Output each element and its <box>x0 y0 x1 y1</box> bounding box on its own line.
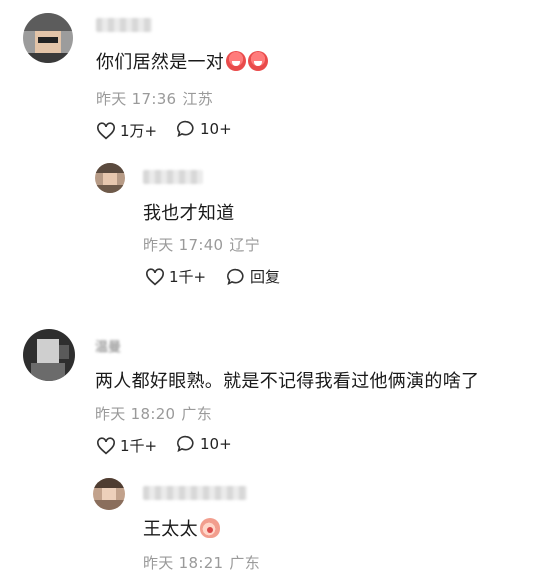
like-button[interactable]: 1千+ <box>145 266 206 287</box>
reply-meta: 昨天 17:40 辽宁 <box>143 234 260 255</box>
like-button[interactable]: 1万+ <box>96 120 157 141</box>
location: 广东 <box>229 554 261 572</box>
comment-text: 你们居然是一对 <box>96 48 269 74</box>
timestamp: 昨天 17:36 <box>96 90 177 108</box>
timestamp: 昨天 18:20 <box>95 405 176 423</box>
avatar[interactable] <box>23 13 73 63</box>
laughing-face-icon <box>248 51 269 71</box>
reply-text: 我也才知道 <box>143 203 235 224</box>
timestamp: 昨天 17:40 <box>143 236 224 254</box>
username-blurred[interactable] <box>143 170 203 184</box>
comment-meta: 昨天 18:20 广东 <box>95 403 212 424</box>
reply-label: 回复 <box>250 268 281 286</box>
reply-count: 10+ <box>200 435 232 453</box>
reply-button[interactable]: 回复 <box>226 266 280 287</box>
reply-text: 王太太 <box>143 515 220 541</box>
like-button[interactable]: 1千+ <box>96 435 157 456</box>
reply-count: 10+ <box>200 120 232 138</box>
like-count: 1千+ <box>120 437 158 455</box>
laughing-face-icon <box>226 51 247 71</box>
heart-icon <box>97 121 115 139</box>
comment-bubble-icon <box>227 268 244 285</box>
reply-count-button[interactable]: 10+ <box>176 435 232 453</box>
username-blurred[interactable] <box>96 18 152 32</box>
comment-bubble-icon <box>177 435 194 453</box>
comment-meta: 昨天 17:36 江苏 <box>96 88 213 109</box>
location: 广东 <box>181 405 213 423</box>
comment-bubble-icon <box>177 120 194 138</box>
like-count: 1千+ <box>169 268 207 286</box>
timestamp: 昨天 18:21 <box>143 554 224 572</box>
location: 辽宁 <box>229 236 261 254</box>
like-count: 1万+ <box>120 122 158 140</box>
peach-face-icon <box>199 518 220 538</box>
heart-icon <box>146 267 164 285</box>
heart-icon <box>97 436 115 454</box>
avatar[interactable] <box>93 478 125 510</box>
avatar[interactable] <box>23 329 75 381</box>
comment-text: 两人都好眼熟。就是不记得我看过他俩演的啥了 <box>95 371 480 392</box>
username-blurred[interactable] <box>143 486 247 500</box>
avatar[interactable] <box>95 163 125 193</box>
username[interactable]: 温曼 <box>95 336 131 355</box>
location: 江苏 <box>182 90 214 108</box>
reply-count-button[interactable]: 10+ <box>176 120 232 138</box>
reply-meta: 昨天 18:21 广东 <box>143 552 260 573</box>
